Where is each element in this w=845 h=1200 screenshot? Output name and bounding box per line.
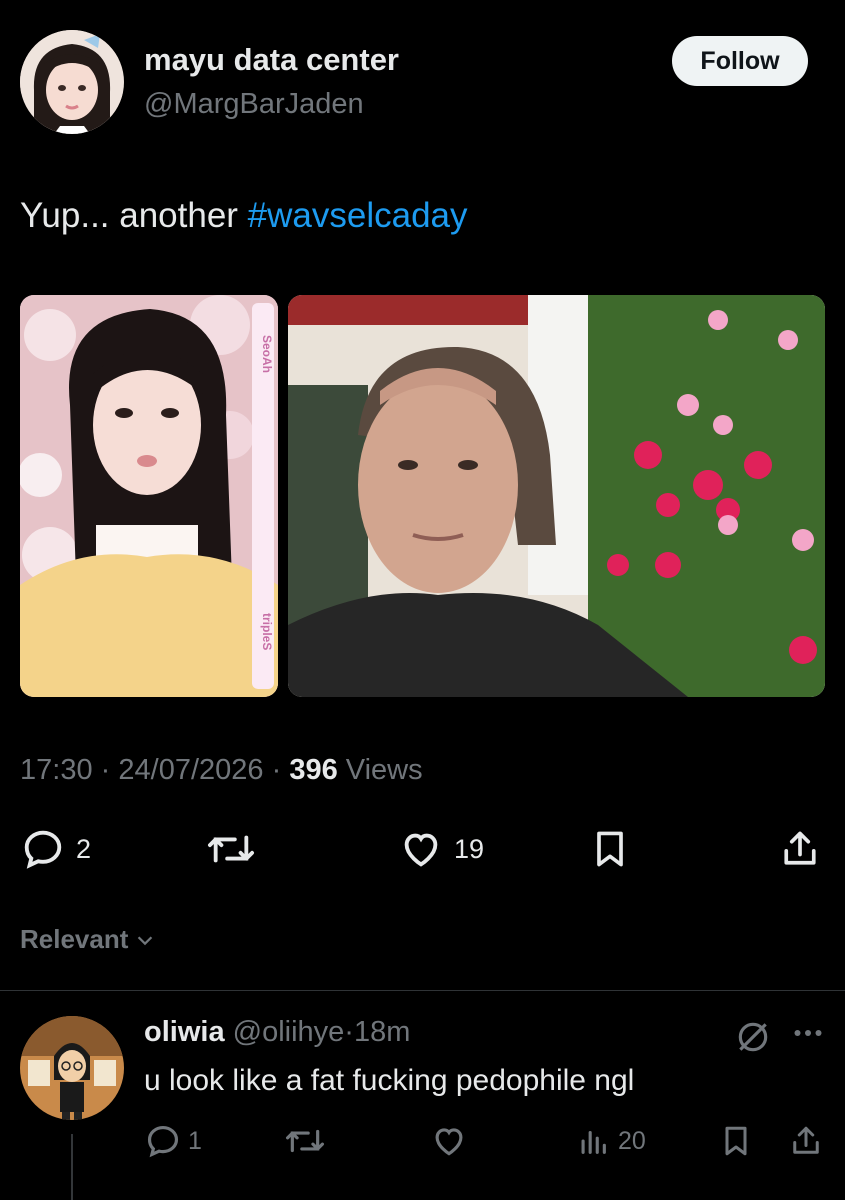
tweet-text: Yup... another #wavselcaday xyxy=(20,196,468,236)
meta-separator: · xyxy=(271,754,282,786)
no-grok-icon[interactable] xyxy=(734,1018,772,1061)
avatar-portrait-icon xyxy=(20,30,124,134)
section-divider xyxy=(0,990,845,991)
views-label: Views xyxy=(345,754,423,786)
tweet-meta: 17:30 · 24/07/2026 · 396 Views xyxy=(20,754,423,787)
bookmark-icon xyxy=(597,831,623,867)
share-icon xyxy=(793,1126,819,1154)
views-count: 396 xyxy=(289,754,338,786)
like-count: 19 xyxy=(454,833,485,864)
reply-icon xyxy=(24,830,62,869)
bookmark-icon xyxy=(725,1126,747,1156)
reply-views-count: 20 xyxy=(618,1126,646,1155)
analytics-icon xyxy=(581,1130,606,1154)
reply-author-handle[interactable]: @oliihye xyxy=(233,1016,345,1048)
reply-sort-dropdown[interactable]: Relevant xyxy=(20,924,156,955)
grok-slash-icon xyxy=(738,1022,768,1052)
retweet-icon xyxy=(286,1129,324,1153)
bookmark-button[interactable] xyxy=(588,826,632,872)
reply-avatar-icon xyxy=(20,1016,124,1120)
heart-icon xyxy=(435,1128,463,1156)
selfie-image-icon xyxy=(288,295,825,697)
share-button[interactable] xyxy=(778,826,822,872)
reply-bookmark-button[interactable] xyxy=(718,1122,754,1160)
reply-views-button[interactable]: 20 xyxy=(576,1122,646,1160)
meta-separator: · xyxy=(100,754,111,786)
reply-sort-label: Relevant xyxy=(20,924,129,954)
tweet-text-body: Yup... another xyxy=(20,196,248,235)
retweet-button[interactable] xyxy=(206,826,256,872)
chevron-down-icon xyxy=(138,935,153,945)
reply-count: 2 xyxy=(76,833,92,864)
reply-text: u look like a fat fucking pedophile ngl xyxy=(144,1064,635,1097)
reply-share-button[interactable] xyxy=(788,1122,824,1160)
photocard-member-label: SeoAh xyxy=(260,335,274,374)
heart-icon xyxy=(404,833,438,867)
tweet-time[interactable]: 17:30 xyxy=(20,754,93,786)
more-icon xyxy=(794,1030,822,1036)
reply-more-button[interactable] xyxy=(790,1018,826,1053)
author-name[interactable]: mayu data center xyxy=(144,42,399,78)
follow-button[interactable]: Follow xyxy=(672,36,808,86)
like-button[interactable]: 19 xyxy=(398,826,484,872)
hashtag-link[interactable]: #wavselcaday xyxy=(248,196,468,235)
reply-separator: · xyxy=(344,1016,354,1048)
reply-avatar[interactable] xyxy=(20,1016,124,1120)
reply-like-button[interactable] xyxy=(430,1122,468,1160)
reply-reply-count: 1 xyxy=(188,1126,202,1155)
thread-line xyxy=(71,1134,73,1200)
reply-icon xyxy=(147,1125,179,1158)
photocard-image-icon xyxy=(20,295,278,697)
tweet-photo-2[interactable] xyxy=(288,295,825,697)
author-avatar[interactable] xyxy=(20,30,124,134)
author-handle[interactable]: @MargBarJaden xyxy=(144,88,364,121)
tweet-photo-1[interactable]: SeoAh tripleS xyxy=(20,295,278,697)
reply-age[interactable]: 18m xyxy=(354,1016,410,1048)
retweet-icon xyxy=(208,835,254,863)
photocard-group-label: tripleS xyxy=(260,613,274,651)
reply-author-name[interactable]: oliwia xyxy=(144,1016,225,1048)
reply-retweet-button[interactable] xyxy=(284,1122,326,1160)
reply-button[interactable]: 2 xyxy=(20,826,91,872)
reply-header: oliwia @oliihye·18m xyxy=(144,1016,410,1049)
tweet-date[interactable]: 24/07/2026 xyxy=(118,754,263,786)
reply-reply-button[interactable]: 1 xyxy=(144,1122,202,1160)
share-icon xyxy=(784,831,816,865)
